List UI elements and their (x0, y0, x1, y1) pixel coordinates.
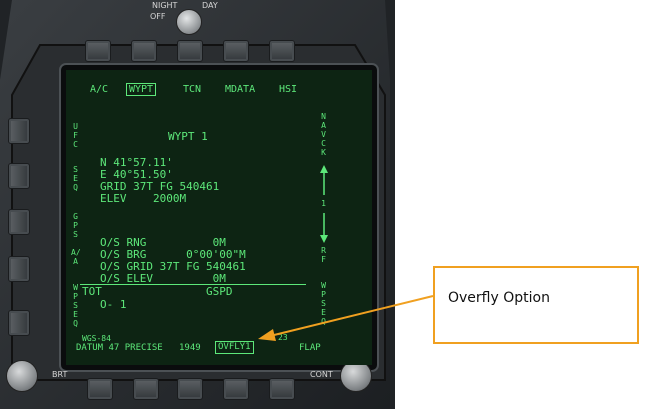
callout-arrow (258, 295, 434, 341)
callout-box: Overfly Option (433, 266, 639, 344)
callout-text: Overfly Option (448, 290, 550, 306)
ddi-figure: NIGHT DAY OFF BRT CONT A/C WYPT TCN MDAT… (0, 0, 654, 409)
